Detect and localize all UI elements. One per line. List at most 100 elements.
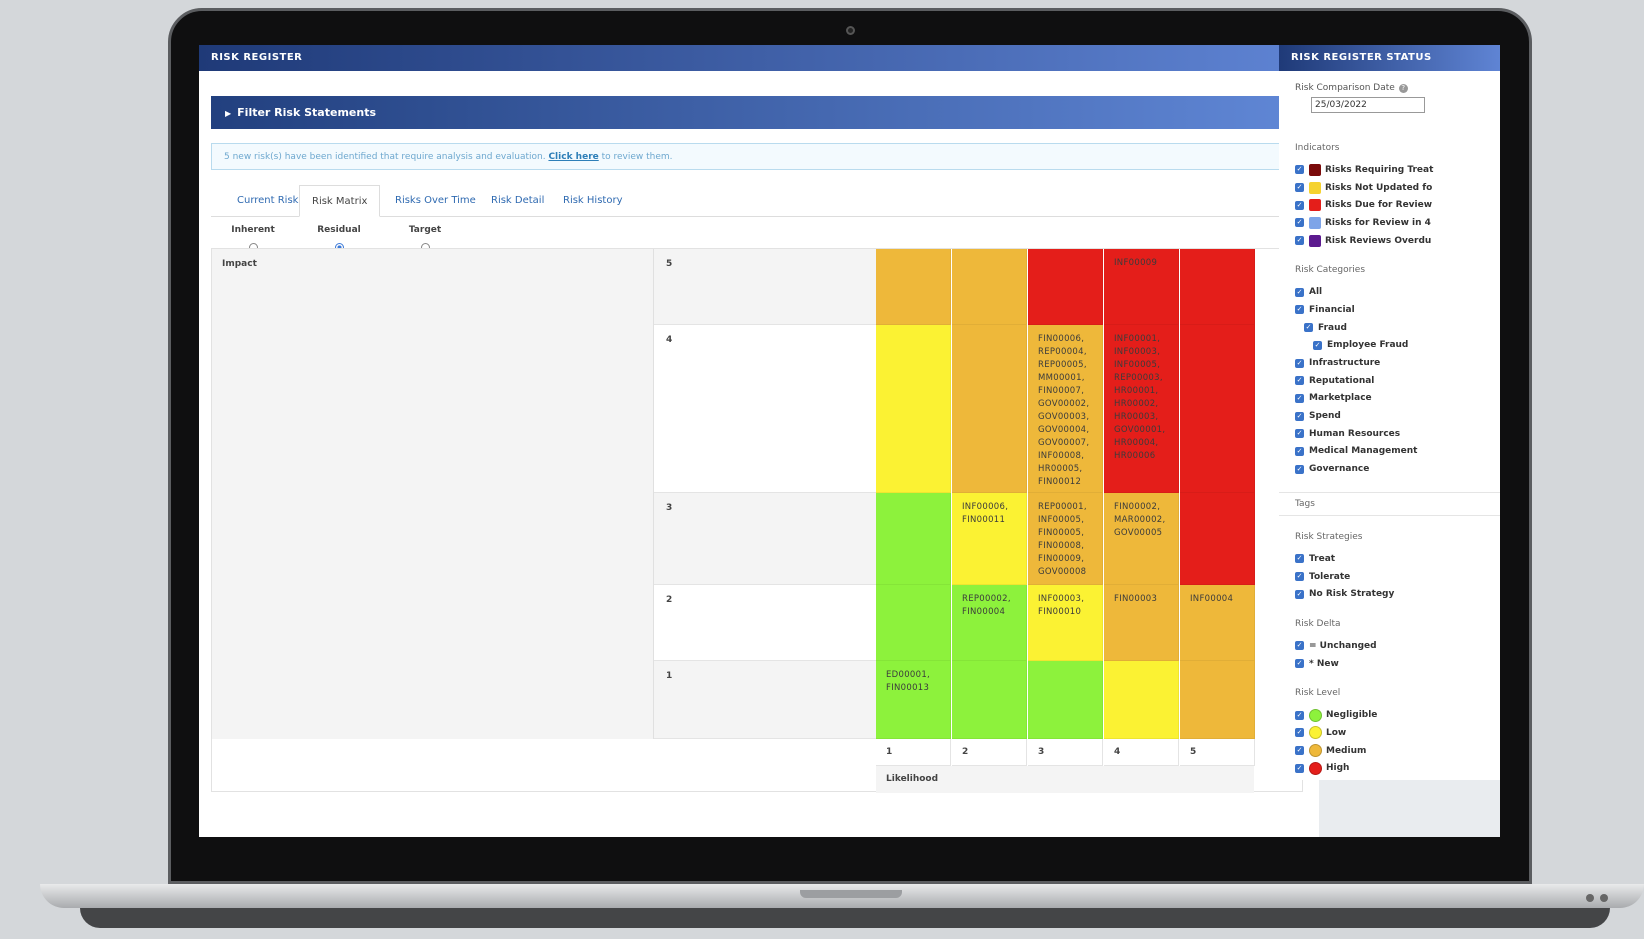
matrix-cell[interactable]: FIN00006, REP00004, REP00005, MM00001, F…	[1028, 325, 1103, 493]
alert-text: 5 new risk(s) have been identified that …	[224, 152, 546, 162]
alert-link[interactable]: Click here	[548, 152, 598, 162]
filter-checkbox-item[interactable]: ✓ Marketplace	[1295, 390, 1484, 408]
matrix-cell[interactable]: FIN00003	[1104, 585, 1179, 661]
checkbox-label: Medical Management	[1309, 446, 1418, 457]
impact-level-label: 4	[654, 325, 876, 493]
filter-checkbox-item[interactable]: ✓ Spend	[1295, 407, 1484, 425]
checkbox-checked-icon[interactable]: ✓	[1295, 554, 1304, 564]
filter-checkbox-item[interactable]: ✓ * New	[1295, 655, 1484, 673]
filter-checkbox-item[interactable]: ✓ All	[1295, 283, 1484, 301]
matrix-cell[interactable]	[876, 493, 951, 585]
matrix-cell[interactable]	[876, 585, 951, 661]
matrix-cell[interactable]	[952, 661, 1027, 739]
matrix-cell[interactable]: INF00004	[1180, 585, 1255, 661]
checkbox-checked-icon[interactable]: ✓	[1295, 287, 1304, 297]
matrix-cell[interactable]	[876, 249, 951, 325]
tab-risk-history[interactable]: Risk History	[551, 185, 634, 217]
matrix-cell[interactable]	[1104, 661, 1179, 739]
filter-risk-statements-toggle[interactable]: ▶ Filter Risk Statements	[211, 96, 1303, 129]
checkbox-checked-icon[interactable]: ✓	[1295, 183, 1304, 193]
filter-checkbox-item[interactable]: ✓ Tolerate	[1295, 568, 1484, 586]
tab-risk-detail[interactable]: Risk Detail	[479, 185, 556, 217]
comparison-date-input[interactable]	[1311, 97, 1425, 113]
checkbox-checked-icon[interactable]: ✓	[1295, 358, 1304, 368]
matrix-cell[interactable]	[1180, 493, 1255, 585]
filter-checkbox-item[interactable]: ✓ Low	[1295, 724, 1484, 742]
checkbox-label: Marketplace	[1309, 393, 1372, 404]
filter-checkbox-item[interactable]: ✓ Treat	[1295, 550, 1484, 568]
checkbox-checked-icon[interactable]: ✓	[1295, 305, 1304, 315]
checkbox-checked-icon[interactable]: ✓	[1295, 763, 1304, 773]
matrix-cell[interactable]	[1028, 249, 1103, 325]
matrix-cell[interactable]	[952, 325, 1027, 493]
filter-checkbox-item[interactable]: ✓ Human Resources	[1295, 425, 1484, 443]
filter-checkbox-item[interactable]: ✓ Risks Requiring Treat	[1295, 161, 1484, 179]
checkbox-label: Risks Not Updated fo	[1325, 182, 1433, 193]
help-icon[interactable]: ?	[1398, 84, 1408, 93]
filter-checkbox-item[interactable]: ✓ Infrastructure	[1295, 354, 1484, 372]
checkbox-label: Tolerate	[1309, 571, 1351, 582]
view-label: Inherent	[231, 225, 275, 235]
checkbox-checked-icon[interactable]: ✓	[1295, 572, 1304, 582]
checkbox-checked-icon[interactable]: ✓	[1295, 641, 1304, 651]
matrix-cell[interactable]: INF00003, FIN00010	[1028, 585, 1103, 661]
filter-checkbox-item[interactable]: ✓ Reputational	[1295, 372, 1484, 390]
checkbox-checked-icon[interactable]: ✓	[1295, 728, 1304, 738]
matrix-cell[interactable]: FIN00002, MAR00002, GOV00005	[1104, 493, 1179, 585]
filter-checkbox-item[interactable]: ✓ Fraud	[1295, 319, 1484, 337]
filter-checkbox-item[interactable]: ✓ Risk Reviews Overdu	[1295, 232, 1484, 250]
checkbox-checked-icon[interactable]: ✓	[1295, 393, 1304, 403]
filter-checkbox-item[interactable]: ✓ Financial	[1295, 301, 1484, 319]
matrix-cell[interactable]: REP00001, INF00005, FIN00005, FIN00008, …	[1028, 493, 1103, 585]
filter-checkbox-item[interactable]: ✓ = Unchanged	[1295, 637, 1484, 655]
checkbox-checked-icon[interactable]: ✓	[1295, 746, 1304, 756]
matrix-cell[interactable]	[1180, 661, 1255, 739]
matrix-cell[interactable]	[1180, 249, 1255, 325]
matrix-cell[interactable]: INF00006, FIN00011	[952, 493, 1027, 585]
filter-checkbox-item[interactable]: ✓ Governance	[1295, 460, 1484, 478]
tab-risk-matrix[interactable]: Risk Matrix	[299, 185, 381, 217]
checkbox-checked-icon[interactable]: ✓	[1295, 218, 1304, 228]
checkbox-checked-icon[interactable]: ✓	[1295, 376, 1304, 386]
risk-level-dot-icon	[1309, 744, 1322, 758]
checkbox-label: Treat	[1309, 553, 1336, 564]
checkbox-checked-icon[interactable]: ✓	[1295, 659, 1304, 669]
matrix-cell[interactable]	[1180, 325, 1255, 493]
checkbox-label: Negligible	[1326, 710, 1378, 721]
matrix-cell[interactable]: ED00001, FIN00013	[876, 661, 951, 739]
checkbox-checked-icon[interactable]: ✓	[1295, 464, 1304, 474]
tags-section[interactable]: Tags	[1279, 492, 1500, 516]
checkbox-label: Reputational	[1309, 375, 1375, 386]
filter-checkbox-item[interactable]: ✓ High	[1295, 760, 1484, 778]
matrix-cell[interactable]	[1028, 661, 1103, 739]
likelihood-level-label: 4	[1104, 739, 1179, 766]
matrix-cell[interactable]: INF00001, INF00003, INF00005, REP00003, …	[1104, 325, 1179, 493]
filter-checkbox-item[interactable]: ✓ Medical Management	[1295, 443, 1484, 461]
tab-risks-over-time[interactable]: Risks Over Time	[383, 185, 488, 217]
impact-level-label: 1	[654, 661, 876, 739]
checkbox-checked-icon[interactable]: ✓	[1295, 165, 1304, 175]
matrix-cell[interactable]: REP00002, FIN00004	[952, 585, 1027, 661]
checkbox-checked-icon[interactable]: ✓	[1295, 446, 1304, 456]
checkbox-checked-icon[interactable]: ✓	[1295, 589, 1304, 599]
screen: RISK REGISTER ▶ Filter Risk Statements 5 …	[199, 45, 1500, 837]
filter-checkbox-item[interactable]: ✓ Medium	[1295, 742, 1484, 760]
matrix-cell[interactable]: INF00009	[1104, 249, 1179, 325]
laptop-shadow	[80, 908, 1610, 928]
matrix-cell[interactable]	[876, 325, 951, 493]
filter-checkbox-item[interactable]: ✓ Risks Not Updated fo	[1295, 179, 1484, 197]
filter-checkbox-item[interactable]: ✓ Risks Due for Review	[1295, 196, 1484, 214]
checkbox-label: Governance	[1309, 464, 1370, 475]
checkbox-checked-icon[interactable]: ✓	[1304, 323, 1313, 333]
matrix-cell[interactable]	[952, 249, 1027, 325]
checkbox-checked-icon[interactable]: ✓	[1295, 411, 1304, 421]
checkbox-checked-icon[interactable]: ✓	[1295, 200, 1304, 210]
filter-checkbox-item[interactable]: ✓ Negligible	[1295, 706, 1484, 724]
checkbox-checked-icon[interactable]: ✓	[1295, 710, 1304, 720]
filter-checkbox-item[interactable]: ✓ Risks for Review in 4	[1295, 214, 1484, 232]
checkbox-checked-icon[interactable]: ✓	[1295, 429, 1304, 439]
filter-checkbox-item[interactable]: ✓ Employee Fraud	[1295, 337, 1484, 355]
checkbox-checked-icon[interactable]: ✓	[1313, 340, 1322, 350]
filter-checkbox-item[interactable]: ✓ No Risk Strategy	[1295, 585, 1484, 603]
checkbox-checked-icon[interactable]: ✓	[1295, 236, 1304, 246]
